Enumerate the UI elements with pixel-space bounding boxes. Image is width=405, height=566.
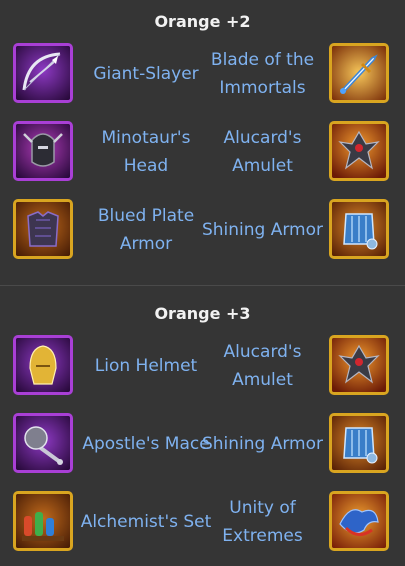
- item-row: Alchemist's Set Unity of Extremes: [0, 490, 405, 560]
- blue-armor-icon[interactable]: [329, 413, 389, 473]
- section-title-orange-3: Orange +3: [154, 304, 251, 323]
- item-row: Blued Plate Armor Shining Armor: [0, 198, 405, 268]
- item-name: Lion Helmet: [94, 356, 198, 376]
- dragon-emblem-icon[interactable]: [329, 491, 389, 551]
- item-name: Alucard's Amulet: [223, 342, 302, 390]
- item-name: Unity of Extremes: [222, 498, 303, 546]
- item-row: Apostle's Mace Shining Armor: [0, 412, 405, 482]
- item-name: Shining Armor: [201, 434, 324, 454]
- spiked-amulet-icon[interactable]: [329, 121, 389, 181]
- blue-armor-icon[interactable]: [329, 199, 389, 259]
- item-name: Alucard's Amulet: [223, 128, 302, 176]
- section-title-orange-2: Orange +2: [154, 12, 251, 31]
- mace-icon[interactable]: [13, 413, 73, 473]
- item-row: Lion Helmet Alucard's Amulet: [0, 334, 405, 404]
- horned-helmet-icon[interactable]: [13, 121, 73, 181]
- section-divider: [0, 285, 405, 286]
- plate-armor-icon[interactable]: [13, 199, 73, 259]
- item-name: Minotaur's Head: [101, 128, 191, 176]
- glowing-sword-icon[interactable]: [329, 43, 389, 103]
- bow-icon[interactable]: [13, 43, 73, 103]
- potion-set-icon[interactable]: [13, 491, 73, 551]
- spiked-amulet-icon[interactable]: [329, 335, 389, 395]
- item-name: Giant-Slayer: [93, 64, 199, 84]
- item-name: Blued Plate Armor: [97, 206, 195, 254]
- item-name: Alchemist's Set: [80, 512, 212, 532]
- item-row: Giant-Slayer Blade of the Immortals: [0, 42, 405, 112]
- item-name: Blade of the Immortals: [210, 50, 315, 98]
- lion-helmet-icon[interactable]: [13, 335, 73, 395]
- item-name: Apostle's Mace: [82, 434, 210, 454]
- item-row: Minotaur's Head Alucard's Amulet: [0, 120, 405, 190]
- item-name: Shining Armor: [201, 220, 324, 240]
